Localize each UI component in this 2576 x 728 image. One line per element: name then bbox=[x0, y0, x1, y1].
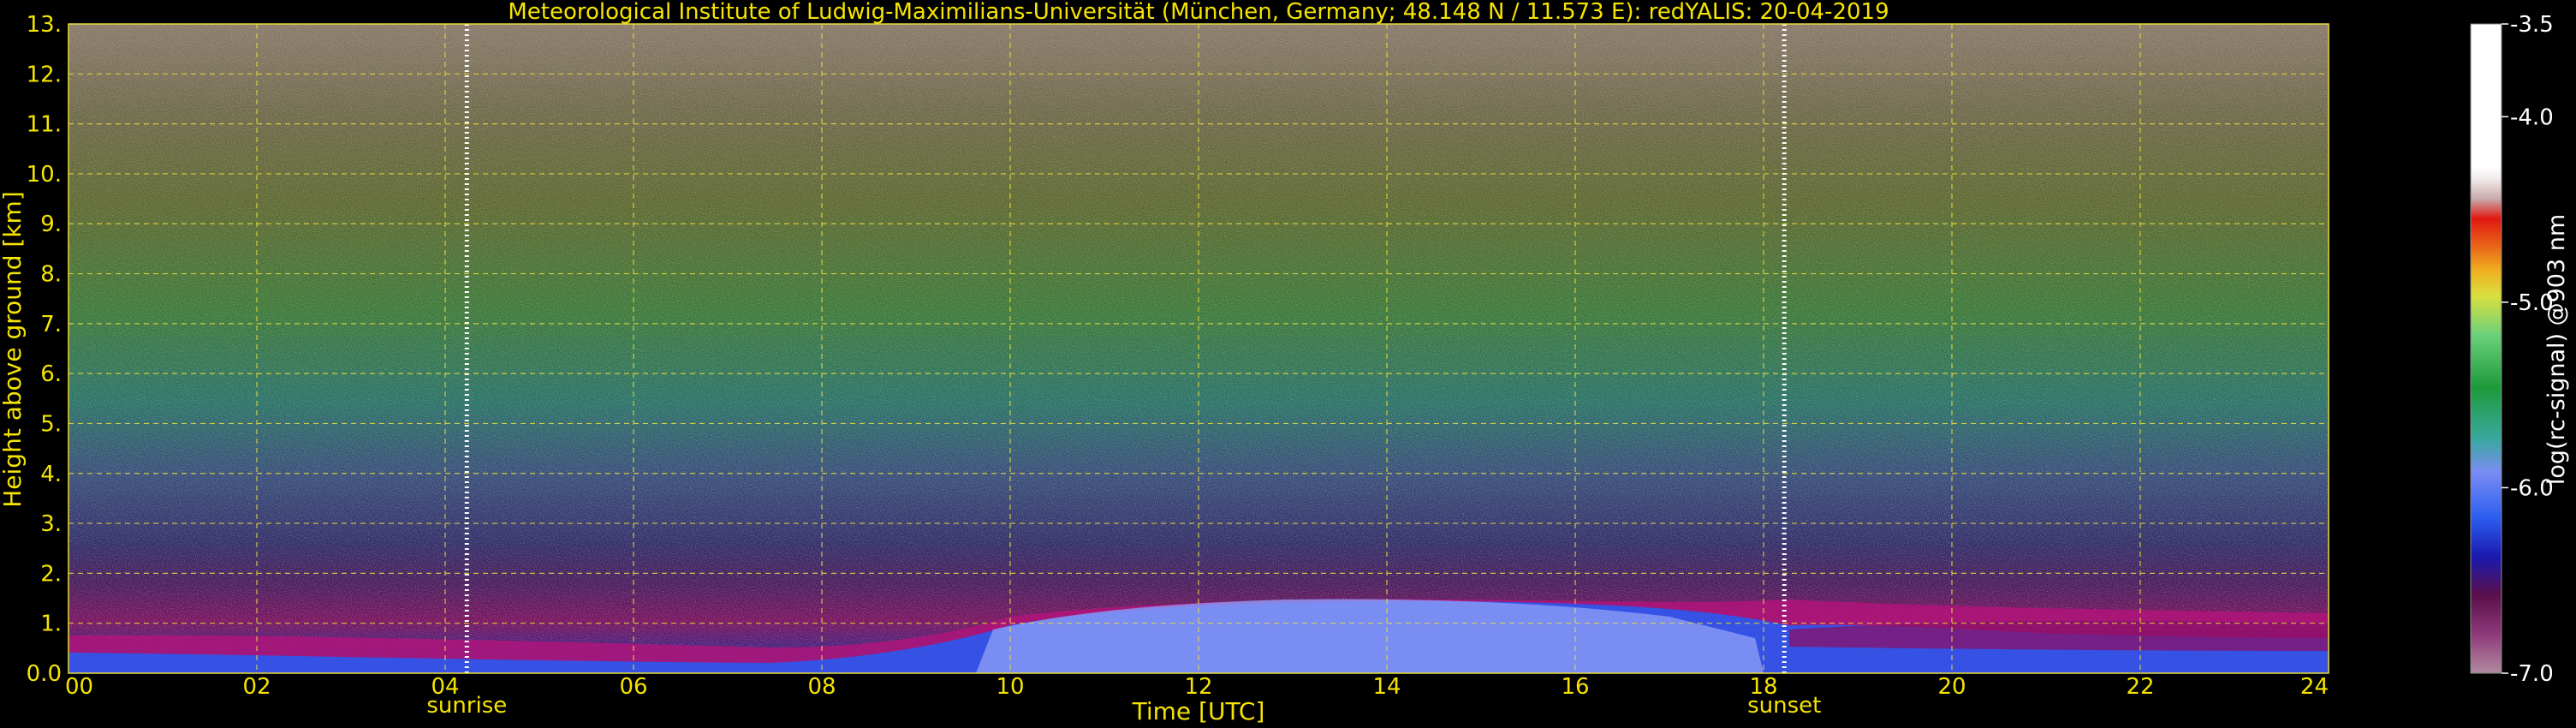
y-tick-label: 5. bbox=[40, 411, 62, 437]
y-tick-label: 8. bbox=[40, 262, 62, 288]
x-tick-label: 20 bbox=[1937, 674, 1966, 700]
colorbar-label: log(rc-signal) @903 nm bbox=[2543, 214, 2570, 485]
x-tick-label: 02 bbox=[242, 674, 271, 700]
y-tick-label: 10. bbox=[27, 162, 62, 188]
colorbar-tick-label: -7.0 bbox=[2510, 661, 2554, 687]
chart-title: Meteorological Institute of Ludwig-Maxim… bbox=[508, 0, 1889, 25]
x-tick-label: 12 bbox=[1184, 674, 1212, 700]
x-tick-label: 16 bbox=[1561, 674, 1589, 700]
y-tick-label: 9. bbox=[40, 212, 62, 237]
y-tick-label: 2. bbox=[40, 561, 62, 587]
y-tick-label: 12. bbox=[27, 62, 62, 87]
colorbar-tick-label: -4.0 bbox=[2510, 104, 2554, 130]
x-tick-label: 14 bbox=[1372, 674, 1401, 700]
event-label-sunset: sunset bbox=[1747, 693, 1821, 719]
y-tick-label: 13. bbox=[27, 12, 62, 38]
y-axis-label: Height above ground [km] bbox=[0, 191, 27, 508]
y-tick-label: 7. bbox=[40, 312, 62, 337]
lidar-chart: 00 02 04 06 08 10 12 14 16 18 20 22 24 0.01.2.3.4.5.… bbox=[0, 0, 2570, 725]
x-tick-label: 10 bbox=[996, 674, 1024, 700]
y-tick-label: 1. bbox=[40, 612, 62, 637]
colorbar: -3.5-4.0-5.0-6.0-7.0 log(rc-signal) @903… bbox=[2470, 12, 2570, 687]
colorbar-fill bbox=[2471, 24, 2502, 673]
x-tick-label: 00 bbox=[65, 674, 93, 700]
x-tick-label: 06 bbox=[619, 674, 647, 700]
y-tick-label: 0.0 bbox=[27, 661, 62, 687]
evening-aerosol-layer bbox=[1789, 620, 2329, 651]
y-tick-label: 6. bbox=[40, 361, 62, 387]
y-tick-label: 11. bbox=[27, 112, 62, 138]
y-tick-label: 4. bbox=[40, 462, 62, 487]
y-tick-label: 3. bbox=[40, 511, 62, 537]
y-tick-labels: 0.0 1. 2. 3. 4. 5. 6. 7. 8. 9. 10. 11. 12. 13. bbox=[27, 12, 62, 687]
event-label-sunrise: sunrise bbox=[426, 693, 507, 719]
x-tick-labels: 00 02 04 06 08 10 12 14 16 18 20 22 24 bbox=[65, 674, 2329, 700]
x-tick-label: 08 bbox=[807, 674, 836, 700]
colorbar-tick-label: -3.5 bbox=[2510, 12, 2554, 38]
x-axis-label: Time [UTC] bbox=[1132, 697, 1265, 725]
x-tick-label: 24 bbox=[2300, 674, 2329, 700]
x-tick-label: 22 bbox=[2126, 674, 2154, 700]
